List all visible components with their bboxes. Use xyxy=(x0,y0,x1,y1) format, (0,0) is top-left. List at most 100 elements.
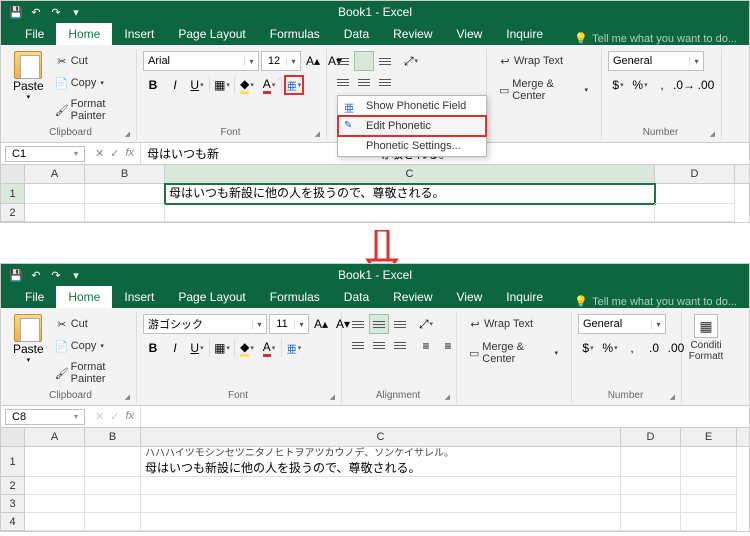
cut-button-2[interactable]: ✂Cut xyxy=(50,314,128,334)
orientation-button-2[interactable]: ⤢ xyxy=(416,314,436,334)
tab-home-2[interactable]: Home xyxy=(56,286,112,308)
fill-color-button-2[interactable]: ◆ xyxy=(237,338,257,358)
font-color-button[interactable]: A xyxy=(259,75,279,95)
percent-button-2[interactable]: % xyxy=(600,338,620,358)
tab-insert[interactable]: Insert xyxy=(112,23,166,45)
border-button[interactable]: ▦ xyxy=(212,75,232,95)
col-A-2[interactable]: A xyxy=(25,428,85,446)
cell-B2[interactable] xyxy=(85,204,165,222)
tell-me[interactable]: 💡Tell me what you want to do... xyxy=(574,32,737,45)
cancel-formula-icon[interactable]: ✕ xyxy=(95,147,104,160)
col-A[interactable]: A xyxy=(25,165,85,183)
comma-button[interactable]: , xyxy=(652,75,672,95)
inc-decimal-2[interactable]: .0 xyxy=(644,338,664,358)
cell-C1-2[interactable]: ハハハイツモシンセツニタノヒトヲアツカウノデ、ソンケイサレル。 母はいつも新設に… xyxy=(141,447,621,477)
merge-center-button[interactable]: ▭Merge & Center▾ xyxy=(493,75,593,105)
paste-button[interactable]: Paste ▾ xyxy=(13,51,44,101)
accept-formula-icon[interactable]: ✓ xyxy=(110,147,119,160)
cell-C1[interactable]: 母はいつも新設に他の人を扱うので、尊敬される。 xyxy=(165,184,655,204)
tab-formulas-2[interactable]: Formulas xyxy=(258,286,332,308)
currency-button[interactable]: $ xyxy=(608,75,628,95)
cell-D1[interactable] xyxy=(655,184,735,204)
number-format-combo-2[interactable]: ▾ xyxy=(578,314,666,334)
name-box[interactable]: C1▾ xyxy=(5,146,85,162)
formula-input-2[interactable] xyxy=(140,406,749,427)
align-bottom-left[interactable] xyxy=(333,72,353,92)
cell-C2[interactable] xyxy=(165,204,655,222)
cell-B1[interactable] xyxy=(85,184,165,204)
align-bc-2[interactable] xyxy=(369,335,389,355)
cell-B3-2[interactable] xyxy=(85,495,141,513)
cell-B1-2[interactable] xyxy=(85,447,141,477)
tab-inquire[interactable]: Inquire xyxy=(494,23,555,45)
qat-more-2[interactable]: ▾ xyxy=(69,268,83,282)
qat-redo[interactable]: ↷ xyxy=(49,5,63,19)
tab-home[interactable]: Home xyxy=(56,23,112,45)
font-color-button-2[interactable]: A xyxy=(259,338,279,358)
underline-button-2[interactable]: U xyxy=(187,338,207,358)
font-size-combo-2[interactable]: ▾ xyxy=(269,314,309,334)
number-format-combo[interactable]: ▾ xyxy=(608,51,704,71)
cell-E1-2[interactable] xyxy=(681,447,737,477)
cell-E4-2[interactable] xyxy=(681,513,737,531)
tab-review-2[interactable]: Review xyxy=(381,286,444,308)
font-size-combo[interactable]: ▾ xyxy=(261,51,301,71)
align-tr-2[interactable] xyxy=(390,314,410,334)
merge-center-button-2[interactable]: ▭Merge & Center▾ xyxy=(463,338,563,368)
row-3-header-2[interactable]: 3 xyxy=(1,495,25,513)
italic-button-2[interactable]: I xyxy=(165,338,185,358)
copy-button-2[interactable]: 📄Copy▾ xyxy=(50,336,128,356)
grow-font-button[interactable]: A▴ xyxy=(303,51,323,71)
row-4-header-2[interactable]: 4 xyxy=(1,513,25,531)
col-B-2[interactable]: B xyxy=(85,428,141,446)
tab-pagelayout-2[interactable]: Page Layout xyxy=(166,286,257,308)
tab-view-2[interactable]: View xyxy=(445,286,495,308)
row-2-header-2[interactable]: 2 xyxy=(1,477,25,495)
cell-A1-2[interactable] xyxy=(25,447,85,477)
qat-undo-2[interactable]: ↶ xyxy=(29,268,43,282)
select-all-corner[interactable] xyxy=(1,165,25,183)
fx-icon-2[interactable]: fx xyxy=(125,410,134,423)
tell-me-2[interactable]: 💡Tell me what you want to do... xyxy=(574,295,737,308)
tab-review[interactable]: Review xyxy=(381,23,444,45)
inc-decimal-button[interactable]: .0→ xyxy=(674,75,694,95)
comma-button-2[interactable]: , xyxy=(622,338,642,358)
font-name-combo-2[interactable]: ▾ xyxy=(143,314,267,334)
qat-save[interactable]: 💾 xyxy=(9,5,23,19)
menu-phonetic-settings[interactable]: Phonetic Settings... xyxy=(338,136,486,156)
indent-dec-2[interactable]: ≡ xyxy=(416,336,436,356)
currency-button-2[interactable]: $ xyxy=(578,338,598,358)
col-B[interactable]: B xyxy=(85,165,165,183)
cell-D3-2[interactable] xyxy=(621,495,681,513)
wrap-text-button-2[interactable]: ↩Wrap Text xyxy=(463,314,538,334)
qat-more[interactable]: ▾ xyxy=(69,5,83,19)
col-E-2[interactable]: E xyxy=(681,428,737,446)
col-D-2[interactable]: D xyxy=(621,428,681,446)
format-painter-button-2[interactable]: 🖌Format Painter xyxy=(50,358,128,388)
cell-A4-2[interactable] xyxy=(25,513,85,531)
align-bottom-right[interactable] xyxy=(375,72,395,92)
tab-pagelayout[interactable]: Page Layout xyxy=(166,23,257,45)
align-top-center[interactable] xyxy=(354,51,374,71)
qat-save-2[interactable]: 💾 xyxy=(9,268,23,282)
cell-D1-2[interactable] xyxy=(621,447,681,477)
row-1-header-2[interactable]: 1 xyxy=(1,447,25,477)
menu-show-phonetic[interactable]: 亜 Show Phonetic Field xyxy=(338,96,486,116)
cell-A1[interactable] xyxy=(25,184,85,204)
tab-data[interactable]: Data xyxy=(332,23,381,45)
cell-E3-2[interactable] xyxy=(681,495,737,513)
orientation-button[interactable]: ⤢ xyxy=(401,51,421,71)
percent-button[interactable]: % xyxy=(630,75,650,95)
select-all-corner-2[interactable] xyxy=(1,428,25,446)
col-C-2[interactable]: C xyxy=(141,428,621,446)
phonetic-button-2[interactable]: 亜 xyxy=(284,338,304,358)
dec-decimal-button[interactable]: .00 xyxy=(696,75,716,95)
align-br-2[interactable] xyxy=(390,335,410,355)
qat-undo[interactable]: ↶ xyxy=(29,5,43,19)
cell-A2-2[interactable] xyxy=(25,477,85,495)
conditional-formatting-button[interactable]: ▦ Conditi Formatt xyxy=(688,314,724,362)
fx-icon[interactable]: fx xyxy=(125,147,134,160)
cell-D2[interactable] xyxy=(655,204,735,222)
fill-color-button[interactable]: ◆ xyxy=(237,75,257,95)
cell-C4-2[interactable] xyxy=(141,513,621,531)
